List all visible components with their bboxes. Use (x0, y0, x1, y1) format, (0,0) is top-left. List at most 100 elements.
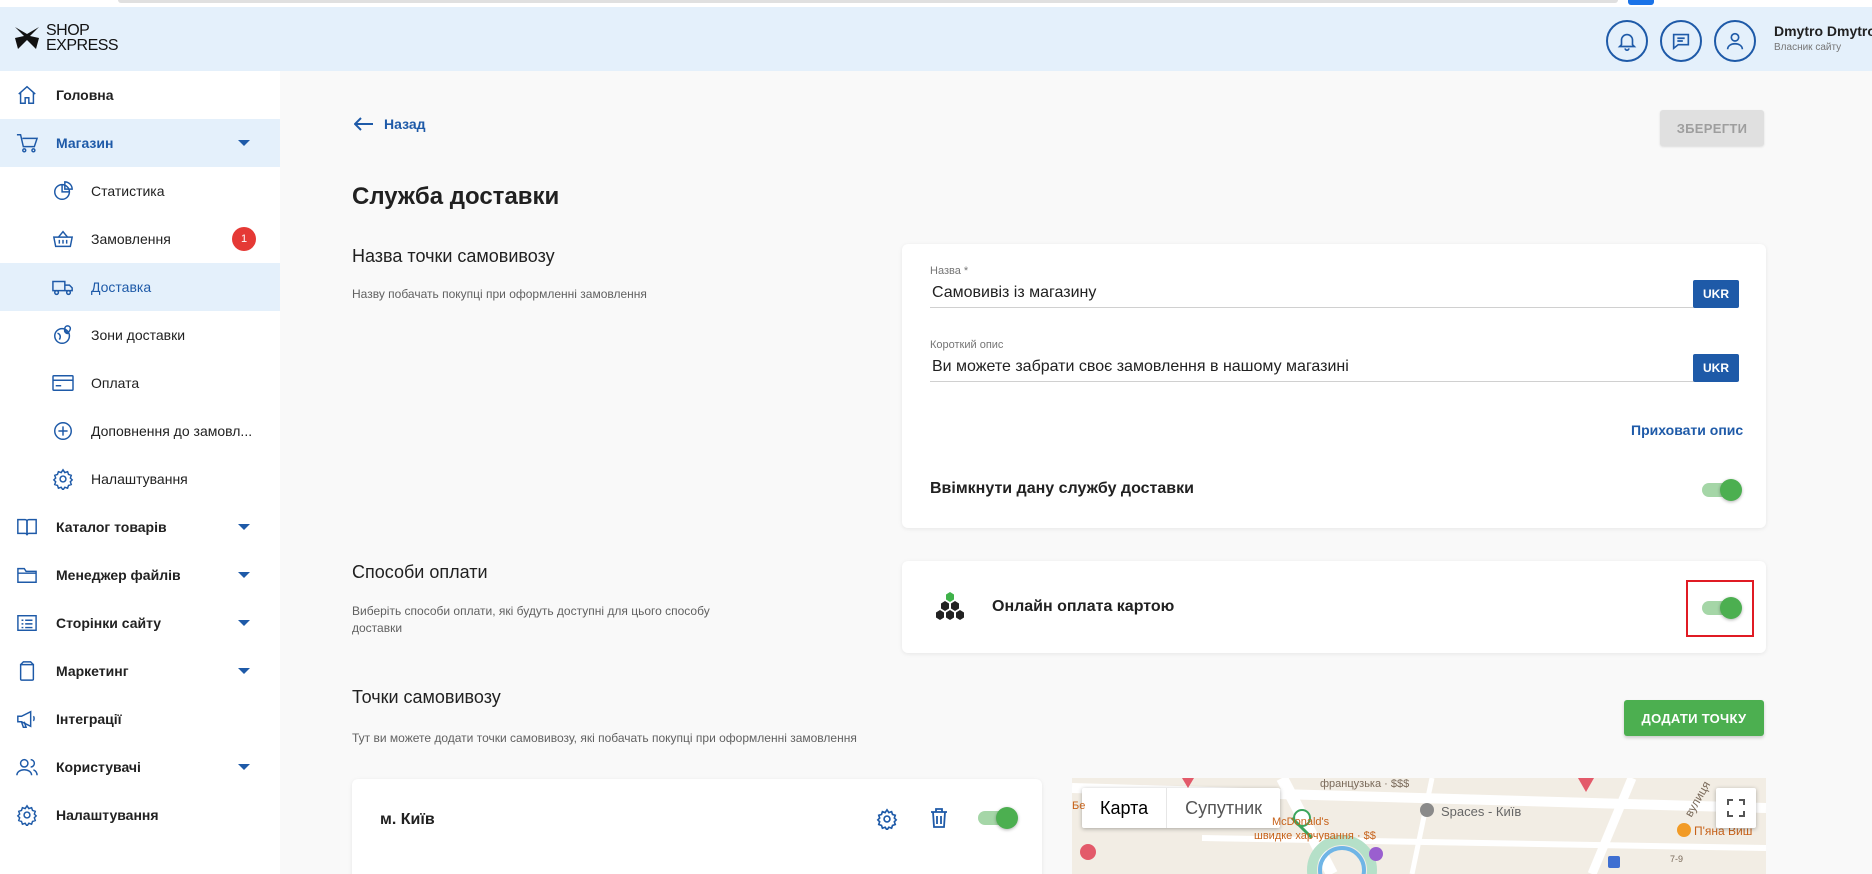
enable-delivery-label: Ввімкнути дану службу доставки (930, 480, 1194, 497)
sidebar-item-orders[interactable]: Замовлення 1 (0, 215, 280, 263)
sidebar-item-label: Статистика (91, 183, 165, 199)
sidebar-item-label: Замовлення (91, 231, 171, 247)
address-bar-edge (118, 0, 1618, 3)
chevron-down-icon (238, 668, 250, 674)
sidebar-item-label: Зони доставки (91, 327, 186, 343)
toggle-knob (1720, 479, 1742, 501)
sidebar-item-shop[interactable]: Магазин (0, 119, 280, 167)
sidebar-item-delivery-zones[interactable]: Зони доставки (0, 311, 280, 359)
pickup-point-toggle[interactable] (978, 807, 1018, 829)
sidebar-item-label: Магазин (56, 135, 114, 151)
chevron-down-icon (238, 140, 250, 146)
notifications-button[interactable] (1606, 20, 1648, 62)
pickup-points-section-title: Точки самовивозу (352, 687, 501, 707)
save-button[interactable]: ЗБЕРЕГТИ (1660, 110, 1764, 146)
short-desc-field[interactable]: Ви можете забрати своє замовлення в нашо… (932, 358, 1349, 376)
folder-icon (14, 562, 40, 588)
logo-mark-icon (15, 27, 39, 49)
sidebar-item-delivery[interactable]: Доставка (0, 263, 280, 311)
sidebar-item-integrations[interactable]: Інтеграції (0, 695, 280, 743)
hide-description-link[interactable]: Приховати опис (1631, 422, 1743, 438)
pickup-name-section-title: Назва точки самовивозу (352, 246, 555, 266)
sidebar-item-label: Налаштування (56, 807, 159, 823)
map-label: Бе (1072, 800, 1086, 812)
sidebar-item-catalog[interactable]: Каталог товарів (0, 503, 280, 551)
chevron-down-icon (238, 572, 250, 578)
sidebar-item-marketing[interactable]: Маркетинг (0, 647, 280, 695)
chat-icon (1672, 33, 1690, 51)
book-icon (14, 514, 40, 540)
pickup-name-card: Назва * Самовивіз із магазину UKR Коротк… (902, 244, 1766, 528)
pickup-name-section-description: Назву побачать покупці при оформленні за… (352, 287, 647, 301)
user-name[interactable]: Dmytro Dmytro (1774, 23, 1872, 39)
map-label: французька · $$$ (1320, 778, 1410, 790)
toggle-knob (996, 807, 1018, 829)
pickup-map[interactable]: Карта Супутник французька · $$$ Spaces -… (1072, 778, 1766, 874)
sidebar-item-label: Доповнення до замовл... (91, 423, 253, 439)
map-fullscreen-button[interactable] (1716, 788, 1756, 828)
pickup-point-settings-button[interactable] (876, 808, 898, 835)
sidebar-item-file-manager[interactable]: Менеджер файлів (0, 551, 280, 599)
user-avatar-button[interactable] (1714, 20, 1756, 62)
pickup-point-card: м. Київ (352, 779, 1042, 874)
sidebar-item-settings[interactable]: Налаштування (0, 791, 280, 839)
pickup-point-city: м. Київ (380, 811, 435, 828)
bell-icon (1617, 33, 1637, 51)
browser-blue-marker (1628, 0, 1654, 5)
back-link[interactable]: Назад (354, 116, 426, 132)
sidebar-item-site-pages[interactable]: Сторінки сайту (0, 599, 280, 647)
short-desc-field-underline (930, 381, 1720, 382)
browser-strip (0, 0, 1872, 7)
gear-icon (50, 466, 76, 492)
add-point-button[interactable]: ДОДАТИ ТОЧКУ (1624, 700, 1764, 736)
arrow-left-icon (354, 117, 373, 131)
chevron-down-icon (238, 524, 250, 530)
sidebar-item-label: Менеджер файлів (56, 567, 181, 583)
basket-icon (50, 226, 76, 252)
truck-icon (50, 274, 76, 300)
payment-method-card: Онлайн оплата картою (902, 561, 1766, 653)
sidebar-item-label: Маркетинг (56, 663, 129, 679)
sidebar-item-payment[interactable]: Оплата (0, 359, 280, 407)
short-desc-language-button[interactable]: UKR (1693, 354, 1739, 382)
sidebar-item-shop-settings[interactable]: Налаштування (0, 455, 280, 503)
map-label: 7-9 (1670, 854, 1684, 864)
name-field[interactable]: Самовивіз із магазину (932, 284, 1096, 302)
sidebar-item-statistics[interactable]: Статистика (0, 167, 280, 215)
page-list-icon (14, 610, 40, 636)
sidebar-item-users[interactable]: Користувачі (0, 743, 280, 791)
sidebar-item-home[interactable]: Головна (0, 71, 280, 119)
name-field-underline (930, 307, 1720, 308)
pie-chart-icon (50, 178, 76, 204)
shopping-bag-icon (14, 658, 40, 684)
map-type-switch: Карта Супутник (1082, 788, 1281, 828)
name-language-button[interactable]: UKR (1693, 280, 1739, 308)
messages-button[interactable] (1660, 20, 1702, 62)
map-tab-satellite[interactable]: Супутник (1167, 788, 1280, 828)
chevron-down-icon (238, 620, 250, 626)
logo[interactable]: SHOP EXPRESS (14, 22, 119, 54)
payment-section-title: Способи оплати (352, 562, 488, 582)
user-icon (1726, 32, 1744, 50)
logo-text: SHOP EXPRESS (46, 22, 119, 54)
map-label: McDonald's (1272, 816, 1330, 828)
fullscreen-icon (1727, 799, 1745, 817)
user-role: Власник сайту (1774, 42, 1842, 53)
sidebar-item-label: Головна (56, 87, 114, 103)
map-tab-map[interactable]: Карта (1082, 788, 1168, 828)
cart-icon (14, 130, 40, 156)
logo-line-1: SHOP (46, 22, 90, 39)
sidebar-item-label: Каталог товарів (56, 519, 167, 535)
home-icon (14, 82, 40, 108)
logo-line-2: EXPRESS (46, 37, 119, 54)
pickup-point-delete-button[interactable] (929, 807, 949, 834)
map-label: швидке харчування · $$ (1254, 830, 1376, 842)
sidebar-item-label: Інтеграції (56, 711, 122, 727)
sidebar-item-order-addons[interactable]: Доповнення до замовл... (0, 407, 280, 455)
annotation-highlight-box (1686, 580, 1754, 637)
payment-provider-logo-icon (932, 590, 968, 631)
enable-delivery-toggle[interactable] (1702, 479, 1742, 501)
sidebar: Головна Магазин Статистика Замовлення 1 … (0, 71, 280, 874)
sidebar-item-label: Оплата (91, 375, 140, 391)
pickup-points-section-description: Тут ви можете додати точки самовивозу, я… (352, 731, 857, 745)
